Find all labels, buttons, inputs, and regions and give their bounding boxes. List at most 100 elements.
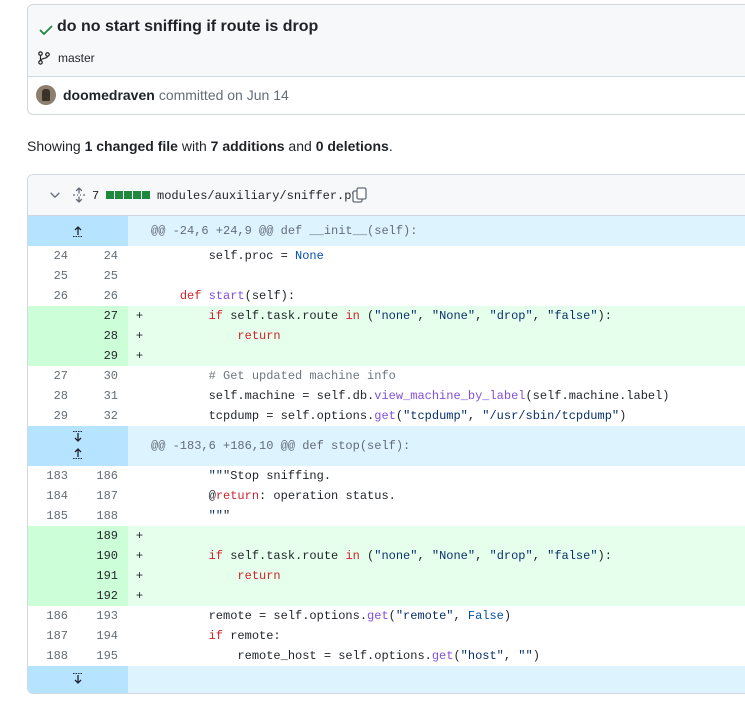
- old-line-number[interactable]: [28, 326, 78, 346]
- new-line-number[interactable]: 24: [78, 246, 128, 266]
- summary-with: with: [177, 138, 211, 154]
- additions-count: 7 additions: [210, 138, 285, 154]
- old-line-number[interactable]: 184: [28, 486, 78, 506]
- expand-gutter[interactable]: [28, 426, 128, 466]
- context-line: 29 32 tcpdump = self.options.get("tcpdump…: [28, 406, 745, 426]
- new-line-number[interactable]: 29: [78, 346, 128, 366]
- changed-files-count[interactable]: 1 changed file: [85, 138, 178, 154]
- hunk-text: @@ -183,6 +186,10 @@ def stop(self):: [151, 439, 411, 453]
- old-line-number[interactable]: 26: [28, 286, 78, 306]
- code-text: """: [208, 509, 231, 523]
- diff-sign: [128, 286, 151, 306]
- diffstat-block: [115, 191, 123, 199]
- new-line-number[interactable]: 25: [78, 266, 128, 286]
- expand-up-icon[interactable]: [72, 224, 84, 238]
- new-line-number[interactable]: 193: [78, 606, 128, 626]
- new-line-number[interactable]: 195: [78, 646, 128, 666]
- old-line-number[interactable]: 29: [28, 406, 78, 426]
- old-line-number[interactable]: [28, 586, 78, 606]
- diff-sign: [128, 606, 151, 626]
- new-line-number[interactable]: 192: [78, 586, 128, 606]
- author-link[interactable]: doomedraven: [63, 87, 155, 103]
- old-line-number[interactable]: 187: [28, 626, 78, 646]
- hunk-header: @@ -24,6 +24,9 @@ def __init__(self):: [28, 216, 745, 246]
- copy-icon[interactable]: [352, 187, 367, 203]
- new-line-number[interactable]: 28: [78, 326, 128, 346]
- hunk-header: @@ -183,6 +186,10 @@ def stop(self):: [28, 426, 745, 466]
- chevron-down-icon[interactable]: [48, 188, 62, 202]
- context-line: 27 30 # Get updated machine info: [28, 366, 745, 386]
- context-line: 28 31 self.machine = self.db.view_machine…: [28, 386, 745, 406]
- new-line-number[interactable]: 30: [78, 366, 128, 386]
- old-line-number[interactable]: [28, 346, 78, 366]
- new-line-number[interactable]: 26: [78, 286, 128, 306]
- old-line-number[interactable]: 186: [28, 606, 78, 626]
- added-line: 192 +: [28, 586, 745, 606]
- added-line: 28 + return: [28, 326, 745, 346]
- diff-sign: +: [135, 589, 144, 603]
- old-line-number[interactable]: 183: [28, 466, 78, 486]
- old-line-number[interactable]: 185: [28, 506, 78, 526]
- context-line: 184 187 @return: operation status.: [28, 486, 745, 506]
- hunk-text: @@ -24,6 +24,9 @@ def __init__(self):: [151, 224, 418, 238]
- file-additions-count: 7: [92, 189, 100, 203]
- expand-down-icon[interactable]: [72, 672, 84, 686]
- new-line-number[interactable]: 188: [78, 506, 128, 526]
- diff-block: 24 24 self.proc = None 25 25 26 26 def start(…: [28, 246, 745, 426]
- file-path-link[interactable]: modules/auxiliary/sniffer.py: [157, 189, 359, 203]
- expand-up-icon[interactable]: [72, 446, 84, 460]
- context-line: 188 195 remote_host = self.options.get("h…: [28, 646, 745, 666]
- fold-icon[interactable]: [72, 187, 86, 203]
- expand-gutter[interactable]: [28, 216, 128, 246]
- old-line-number[interactable]: [28, 546, 78, 566]
- code-text: self.machine = self.db.view_machine_by_l…: [151, 389, 670, 403]
- context-line: 185 188 """: [28, 506, 745, 526]
- new-line-number[interactable]: 190: [78, 546, 128, 566]
- commit-title: do no start sniffing if route is drop: [57, 18, 319, 35]
- old-line-number[interactable]: [28, 526, 78, 546]
- old-line-number[interactable]: [28, 566, 78, 586]
- added-line: 27 + if self.task.route in ("none", "None…: [28, 306, 745, 326]
- old-line-number[interactable]: [28, 306, 78, 326]
- context-line: 26 26 def start(self):: [28, 286, 745, 306]
- summary-suffix: .: [388, 138, 393, 154]
- new-line-number[interactable]: 189: [78, 526, 128, 546]
- diff-sign: +: [135, 309, 144, 323]
- new-line-number[interactable]: 187: [78, 486, 128, 506]
- diff-summary: Showing 1 changed file with 7 additions …: [27, 138, 393, 154]
- old-line-number[interactable]: 25: [28, 266, 78, 286]
- new-line-number[interactable]: 31: [78, 386, 128, 406]
- context-line: 24 24 self.proc = None: [28, 246, 745, 266]
- old-line-number[interactable]: 188: [28, 646, 78, 666]
- context-line: 187 194 if remote:: [28, 626, 745, 646]
- expand-down-icon[interactable]: [72, 430, 84, 444]
- avatar[interactable]: [36, 85, 56, 105]
- diff-sign: [128, 246, 151, 266]
- old-line-number[interactable]: 24: [28, 246, 78, 266]
- expand-gutter[interactable]: [28, 666, 128, 693]
- new-line-number[interactable]: 32: [78, 406, 128, 426]
- added-line: 191 + return: [28, 566, 745, 586]
- new-line-number[interactable]: 186: [78, 466, 128, 486]
- new-line-number[interactable]: 191: [78, 566, 128, 586]
- diff-sign: [128, 506, 151, 526]
- added-line: 29 +: [28, 346, 745, 366]
- branch-link[interactable]: master: [58, 51, 95, 65]
- diff-sign: [128, 486, 151, 506]
- diff-sign: [128, 366, 151, 386]
- code-text: return: [237, 329, 281, 343]
- diff-block: 183 186 """Stop sniffing. 184 187 @return: …: [28, 466, 745, 666]
- new-line-number[interactable]: 194: [78, 626, 128, 646]
- old-line-number[interactable]: 27: [28, 366, 78, 386]
- code-text: return: [237, 569, 281, 583]
- added-line: 189 +: [28, 526, 745, 546]
- diff-sign: [128, 386, 151, 406]
- code-text: self.proc = None: [151, 249, 324, 263]
- old-line-number[interactable]: 28: [28, 386, 78, 406]
- diff-sign: +: [135, 349, 144, 363]
- diff-sign: [128, 266, 151, 286]
- code-text: if self.task.route in ("none", "None", "…: [208, 309, 612, 323]
- new-line-number[interactable]: 27: [78, 306, 128, 326]
- diff-sign: +: [135, 569, 144, 583]
- commit-date: committed on Jun 14: [158, 87, 289, 103]
